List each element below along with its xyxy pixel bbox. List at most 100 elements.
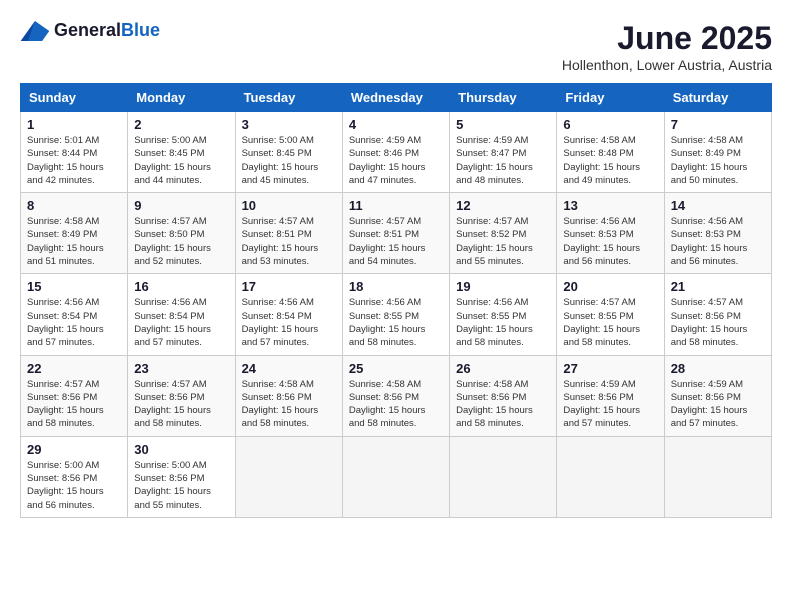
day-number: 17: [242, 279, 336, 294]
cell-info: Sunrise: 5:01 AMSunset: 8:44 PMDaylight:…: [27, 134, 121, 187]
calendar-cell: 9 Sunrise: 4:57 AMSunset: 8:50 PMDaylight…: [128, 193, 235, 274]
location-subtitle: Hollenthon, Lower Austria, Austria: [562, 57, 772, 73]
cell-info: Sunrise: 4:57 AMSunset: 8:51 PMDaylight:…: [349, 215, 443, 268]
day-number: 12: [456, 198, 550, 213]
day-number: 25: [349, 361, 443, 376]
calendar-week-row: 8Sunrise: 4:58 AMSunset: 8:49 PMDaylight…: [21, 193, 772, 274]
cell-info: Sunrise: 4:59 AMSunset: 8:56 PMDaylight:…: [563, 378, 657, 431]
calendar-cell: [450, 436, 557, 517]
day-number: 18: [349, 279, 443, 294]
calendar-cell: 24Sunrise: 4:58 AMSunset: 8:56 PMDayligh…: [235, 355, 342, 436]
cell-info: Sunrise: 4:57 AMSunset: 8:52 PMDaylight:…: [456, 215, 550, 268]
calendar-cell: 26 Sunrise: 4:58 AMSunset: 8:56 PMDayligh…: [450, 355, 557, 436]
calendar-cell: 22 Sunrise: 4:57 AMSunset: 8:56 PMDayligh…: [21, 355, 128, 436]
weekday-header-tuesday: Tuesday: [235, 84, 342, 112]
calendar-cell: 28 Sunrise: 4:59 AMSunset: 8:56 PMDayligh…: [664, 355, 771, 436]
cell-info: Sunrise: 4:58 AMSunset: 8:48 PMDaylight:…: [563, 134, 657, 187]
calendar-cell: 4 Sunrise: 4:59 AMSunset: 8:46 PMDaylight…: [342, 112, 449, 193]
day-number: 5: [456, 117, 550, 132]
calendar-cell: 20 Sunrise: 4:57 AMSunset: 8:55 PMDayligh…: [557, 274, 664, 355]
weekday-header-saturday: Saturday: [664, 84, 771, 112]
cell-info: Sunrise: 4:59 AMSunset: 8:47 PMDaylight:…: [456, 134, 550, 187]
calendar-cell: [342, 436, 449, 517]
calendar-cell: 13Sunrise: 4:56 AMSunset: 8:53 PMDayligh…: [557, 193, 664, 274]
cell-info: Sunrise: 4:58 AMSunset: 8:56 PMDaylight:…: [349, 378, 443, 431]
day-number: 21: [671, 279, 765, 294]
logo-icon: [20, 21, 50, 41]
day-number: 10: [242, 198, 336, 213]
cell-info: Sunrise: 4:56 AMSunset: 8:54 PMDaylight:…: [242, 296, 336, 349]
cell-info: Sunrise: 4:58 AMSunset: 8:56 PMDaylight:…: [242, 378, 336, 431]
cell-info: Sunrise: 5:00 AMSunset: 8:56 PMDaylight:…: [134, 459, 228, 512]
calendar-cell: 25 Sunrise: 4:58 AMSunset: 8:56 PMDayligh…: [342, 355, 449, 436]
calendar-cell: 23 Sunrise: 4:57 AMSunset: 8:56 PMDayligh…: [128, 355, 235, 436]
calendar-cell: 18 Sunrise: 4:56 AMSunset: 8:55 PMDayligh…: [342, 274, 449, 355]
cell-info: Sunrise: 4:56 AMSunset: 8:54 PMDaylight:…: [134, 296, 228, 349]
calendar-cell: 7 Sunrise: 4:58 AMSunset: 8:49 PMDaylight…: [664, 112, 771, 193]
calendar-cell: 1Sunrise: 5:01 AMSunset: 8:44 PMDaylight…: [21, 112, 128, 193]
calendar-week-row: 15 Sunrise: 4:56 AMSunset: 8:54 PMDayligh…: [21, 274, 772, 355]
cell-info: Sunrise: 4:57 AMSunset: 8:55 PMDaylight:…: [563, 296, 657, 349]
day-number: 2: [134, 117, 228, 132]
calendar-cell: 14Sunrise: 4:56 AMSunset: 8:53 PMDayligh…: [664, 193, 771, 274]
calendar-cell: 3 Sunrise: 5:00 AMSunset: 8:45 PMDaylight…: [235, 112, 342, 193]
day-number: 13: [563, 198, 657, 213]
calendar-cell: [235, 436, 342, 517]
day-number: 19: [456, 279, 550, 294]
calendar-cell: 19Sunrise: 4:56 AMSunset: 8:55 PMDayligh…: [450, 274, 557, 355]
cell-info: Sunrise: 4:57 AMSunset: 8:50 PMDaylight:…: [134, 215, 228, 268]
day-number: 26: [456, 361, 550, 376]
cell-info: Sunrise: 4:57 AMSunset: 8:56 PMDaylight:…: [27, 378, 121, 431]
day-number: 4: [349, 117, 443, 132]
cell-info: Sunrise: 5:00 AMSunset: 8:45 PMDaylight:…: [134, 134, 228, 187]
day-number: 22: [27, 361, 121, 376]
calendar-week-row: 22 Sunrise: 4:57 AMSunset: 8:56 PMDayligh…: [21, 355, 772, 436]
calendar-cell: 12 Sunrise: 4:57 AMSunset: 8:52 PMDayligh…: [450, 193, 557, 274]
cell-info: Sunrise: 4:57 AMSunset: 8:51 PMDaylight:…: [242, 215, 336, 268]
weekday-header-row: SundayMondayTuesdayWednesdayThursdayFrid…: [21, 84, 772, 112]
title-area: June 2025 Hollenthon, Lower Austria, Aus…: [562, 20, 772, 73]
weekday-header-friday: Friday: [557, 84, 664, 112]
day-number: 3: [242, 117, 336, 132]
calendar-cell: 2 Sunrise: 5:00 AMSunset: 8:45 PMDaylight…: [128, 112, 235, 193]
logo-general: General: [54, 20, 121, 40]
day-number: 28: [671, 361, 765, 376]
day-number: 20: [563, 279, 657, 294]
calendar-cell: 29 Sunrise: 5:00 AMSunset: 8:56 PMDayligh…: [21, 436, 128, 517]
calendar-cell: [557, 436, 664, 517]
calendar-cell: 21 Sunrise: 4:57 AMSunset: 8:56 PMDayligh…: [664, 274, 771, 355]
calendar-cell: 6 Sunrise: 4:58 AMSunset: 8:48 PMDaylight…: [557, 112, 664, 193]
calendar-cell: 15 Sunrise: 4:56 AMSunset: 8:54 PMDayligh…: [21, 274, 128, 355]
day-number: 6: [563, 117, 657, 132]
calendar-cell: 30 Sunrise: 5:00 AMSunset: 8:56 PMDayligh…: [128, 436, 235, 517]
cell-info: Sunrise: 4:57 AMSunset: 8:56 PMDaylight:…: [671, 296, 765, 349]
day-number: 30: [134, 442, 228, 457]
day-number: 29: [27, 442, 121, 457]
cell-info: Sunrise: 4:59 AMSunset: 8:46 PMDaylight:…: [349, 134, 443, 187]
day-number: 15: [27, 279, 121, 294]
day-number: 9: [134, 198, 228, 213]
cell-info: Sunrise: 4:56 AMSunset: 8:54 PMDaylight:…: [27, 296, 121, 349]
day-number: 14: [671, 198, 765, 213]
weekday-header-sunday: Sunday: [21, 84, 128, 112]
calendar-cell: 5 Sunrise: 4:59 AMSunset: 8:47 PMDaylight…: [450, 112, 557, 193]
cell-info: Sunrise: 4:58 AMSunset: 8:49 PMDaylight:…: [671, 134, 765, 187]
weekday-header-thursday: Thursday: [450, 84, 557, 112]
page-header: GeneralBlue June 2025 Hollenthon, Lower …: [20, 20, 772, 73]
calendar-week-row: 29 Sunrise: 5:00 AMSunset: 8:56 PMDayligh…: [21, 436, 772, 517]
cell-info: Sunrise: 4:58 AMSunset: 8:49 PMDaylight:…: [27, 215, 121, 268]
cell-info: Sunrise: 4:58 AMSunset: 8:56 PMDaylight:…: [456, 378, 550, 431]
cell-info: Sunrise: 5:00 AMSunset: 8:56 PMDaylight:…: [27, 459, 121, 512]
day-number: 11: [349, 198, 443, 213]
cell-info: Sunrise: 5:00 AMSunset: 8:45 PMDaylight:…: [242, 134, 336, 187]
calendar-week-row: 1Sunrise: 5:01 AMSunset: 8:44 PMDaylight…: [21, 112, 772, 193]
day-number: 16: [134, 279, 228, 294]
day-number: 23: [134, 361, 228, 376]
cell-info: Sunrise: 4:57 AMSunset: 8:56 PMDaylight:…: [134, 378, 228, 431]
day-number: 27: [563, 361, 657, 376]
cell-info: Sunrise: 4:59 AMSunset: 8:56 PMDaylight:…: [671, 378, 765, 431]
calendar-cell: 27 Sunrise: 4:59 AMSunset: 8:56 PMDayligh…: [557, 355, 664, 436]
cell-info: Sunrise: 4:56 AMSunset: 8:55 PMDaylight:…: [349, 296, 443, 349]
day-number: 7: [671, 117, 765, 132]
month-title: June 2025: [562, 20, 772, 57]
